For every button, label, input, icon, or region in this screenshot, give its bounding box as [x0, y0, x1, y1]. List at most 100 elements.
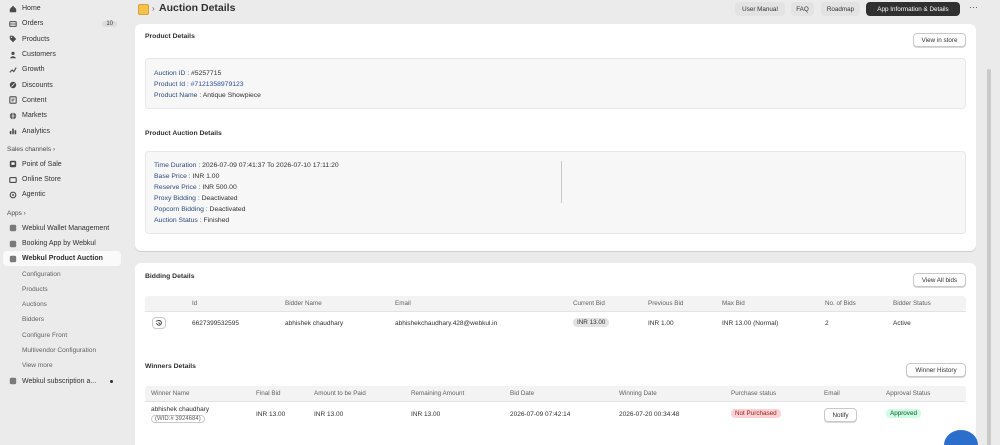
bid-id: 6627399532595 — [192, 320, 239, 327]
winners-table-header: Winner Name Final Bid Amount to be Paid … — [145, 386, 966, 401]
view-in-store-button[interactable]: View in store — [913, 33, 966, 47]
column-header: Email — [395, 300, 411, 307]
bidding-details-title: Bidding Details — [145, 273, 195, 280]
view-all-bids-button[interactable]: View All bids — [913, 273, 966, 287]
row-divider — [145, 401, 966, 402]
app-logo-icon — [138, 4, 149, 15]
sidebar-item-wallet-management[interactable]: Webkul Wallet Management — [0, 221, 127, 236]
app-icon — [8, 254, 17, 263]
sidebar-item-growth[interactable]: Growth — [0, 62, 127, 77]
scrollbar-thumb[interactable] — [987, 69, 991, 445]
column-header: No. of Bids — [825, 300, 856, 307]
sidebar-item-point-of-sale[interactable]: Point of Sale — [0, 157, 127, 172]
sidebar-item-product-auction[interactable]: Webkul Product Auction — [3, 251, 121, 267]
user-manual-button[interactable]: User Manual — [735, 2, 785, 16]
popcorn-bidding-label: Popcorn Bidding : — [154, 206, 208, 213]
sidebar-item-customers[interactable]: Customers — [0, 47, 127, 62]
sidebar-item-subscription-app[interactable]: Webkul subscription a... — [0, 374, 127, 389]
proxy-bidding-line: Proxy Bidding : Deactivated — [154, 195, 238, 202]
app-icon — [8, 224, 17, 233]
more-actions-icon[interactable]: ··· — [969, 2, 978, 12]
subnav-configuration[interactable]: Configuration — [0, 266, 127, 281]
column-header: Current Bid — [573, 300, 605, 307]
proxy-bidding-value: Deactivated — [201, 195, 238, 202]
orders-icon — [8, 19, 17, 28]
subnav-bidders[interactable]: Bidders — [0, 312, 127, 327]
column-header: Previous Bid — [648, 300, 684, 307]
globe-icon — [8, 111, 17, 120]
base-price-line: Base Price : INR 1.00 — [154, 173, 219, 180]
sidebar-item-label: Discounts — [22, 81, 53, 89]
chevron-right-icon: › — [23, 209, 26, 217]
vertical-divider — [561, 161, 562, 203]
column-header: Bidder Name — [285, 300, 322, 307]
subnav-products[interactable]: Products — [0, 282, 127, 297]
product-id-link[interactable]: #7121358979123 — [191, 81, 244, 88]
subnav-multivendor-configuration[interactable]: Multivendor Configuration — [0, 343, 127, 358]
sidebar-item-label: Agentic — [22, 191, 46, 199]
apps-heading[interactable]: Apps › — [0, 206, 127, 221]
subnav-view-more[interactable]: View more — [0, 358, 127, 373]
product-name-value: Antique Showpiece — [202, 92, 261, 99]
sidebar-item-home[interactable]: Home — [0, 1, 127, 16]
section-heading-label: Sales channels — [7, 145, 52, 153]
sidebar-item-products[interactable]: Products — [0, 32, 127, 47]
sidebar-item-online-store[interactable]: Online Store — [0, 172, 127, 187]
auction-status-value: Finished — [203, 217, 230, 224]
purchase-status-badge: Not Purchased — [731, 409, 781, 418]
sidebar-item-label: Markets — [22, 112, 47, 120]
sidebar-item-discounts[interactable]: Discounts — [0, 77, 127, 92]
sidebar-item-content[interactable]: Content — [0, 93, 127, 108]
subnav-configure-front[interactable]: Configure Front — [0, 328, 127, 343]
subnav-auctions[interactable]: Auctions — [0, 297, 127, 312]
popcorn-bidding-value: Deactivated — [209, 206, 246, 213]
sidebar-item-booking-app[interactable]: Booking App by Webkul — [0, 236, 127, 251]
product-id-line: Product Id : #7121358979123 — [154, 81, 244, 88]
app-information-button[interactable]: App Information & Details — [866, 2, 960, 16]
approval-status-badge: Approved — [886, 409, 921, 418]
sidebar-item-label: Webkul Product Auction — [22, 255, 103, 263]
winner-name: abhishek chaudhary — [151, 406, 210, 413]
discount-icon — [8, 81, 17, 90]
sales-channels-heading[interactable]: Sales channels › — [0, 142, 127, 157]
chevron-right-icon: › — [152, 4, 155, 13]
sidebar-item-label: Webkul subscription a... — [22, 377, 97, 385]
sidebar-item-markets[interactable]: Markets — [0, 108, 127, 123]
auction-id-line: Auction ID : #5257715 — [154, 70, 221, 77]
column-header: Amount to be Paid — [314, 390, 366, 397]
home-icon — [8, 4, 17, 13]
column-header: Approval Status — [886, 390, 931, 397]
notify-button[interactable]: Notify — [824, 408, 857, 422]
section-heading-label: Apps — [7, 209, 22, 217]
number-of-bids: 2 — [825, 320, 829, 327]
sidebar-item-analytics[interactable]: Analytics — [0, 123, 127, 138]
reserve-price-value: INR 500.00 — [202, 184, 237, 191]
sidebar-item-agentic[interactable]: Agentic — [0, 187, 127, 202]
remaining-amount: INR 13.00 — [411, 411, 441, 418]
sidebar-item-label: Webkul Wallet Management — [22, 224, 110, 232]
roadmap-button[interactable]: Roadmap — [821, 2, 860, 16]
main-scrollbar[interactable] — [986, 24, 992, 445]
winner-history-button[interactable]: Winner History — [906, 363, 966, 377]
time-duration-label: Time Duration : — [154, 162, 201, 169]
base-price-value: INR 1.00 — [192, 173, 220, 180]
bid-history-button[interactable] — [152, 317, 166, 329]
bidder-name: abhishek chaudhary — [285, 320, 344, 327]
column-header: Bid Date — [510, 390, 535, 397]
bar-chart-icon — [8, 127, 17, 136]
sidebar-item-orders[interactable]: Orders 10 — [0, 16, 127, 31]
time-duration-value: 2026-07-09 07:41:37 To 2026-07-10 17:11:… — [202, 162, 339, 169]
max-bid: INR 13.00 (Normal) — [722, 320, 779, 327]
product-name-label: Product Name : — [154, 92, 202, 99]
agentic-icon — [8, 190, 17, 199]
orders-count-badge: 10 — [102, 20, 117, 27]
faq-button[interactable]: FAQ — [791, 2, 814, 16]
app-icon — [8, 377, 17, 386]
column-header: Final Bid — [256, 390, 281, 397]
bidding-details-card: Bidding Details View All bids Id Bidder … — [135, 263, 976, 367]
sidebar-item-label: Growth — [22, 66, 45, 74]
column-header: Winning Date — [619, 390, 657, 397]
auction-info-box: Time Duration : 2026-07-09 07:41:37 To 2… — [145, 151, 966, 234]
bidder-email: abhishekchaudhary.428@webkul.in — [395, 320, 498, 327]
column-header: Email — [824, 390, 840, 397]
